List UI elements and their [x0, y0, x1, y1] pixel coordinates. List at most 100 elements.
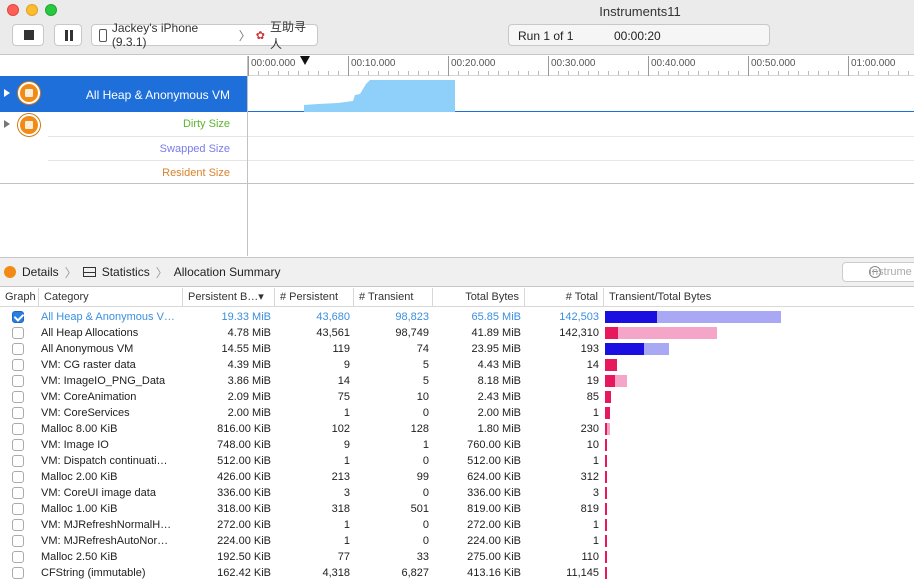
ruler-minor-tick: [398, 71, 399, 75]
persistent-bytes-bar: [605, 343, 644, 355]
persistent-bytes-bar: [605, 567, 607, 579]
allocation-graph-svg: [304, 80, 455, 112]
graph-checkbox[interactable]: [12, 487, 24, 499]
graph-checkbox[interactable]: [12, 327, 24, 339]
col-persistent-count[interactable]: # Persistent: [275, 288, 354, 307]
table-row[interactable]: VM: CG raster data 4.39 MiB 9 5 4.43 MiB 14: [0, 357, 914, 373]
cell-total-count: 14: [586, 359, 599, 371]
cell-category: Malloc 8.00 KiB: [41, 423, 118, 435]
graph-checkbox[interactable]: [12, 391, 24, 403]
graph-checkbox[interactable]: [12, 343, 24, 355]
track-swapped-size[interactable]: Swapped Size: [48, 136, 248, 160]
col-graph[interactable]: Graph: [0, 288, 39, 307]
graph-checkbox[interactable]: [12, 407, 24, 419]
ruler-minor-tick: [298, 71, 299, 75]
ruler-minor-tick: [638, 71, 639, 75]
target-selector[interactable]: Jackey's iPhone (9.3.1) 〉 ✿ 互助寻人: [91, 20, 318, 51]
table-row[interactable]: Malloc 2.00 KiB 426.00 KiB 213 99 624.00 KiB…: [0, 469, 914, 485]
disclosure-triangle-icon[interactable]: [4, 89, 10, 97]
cell-total-count: 11,145: [566, 567, 599, 579]
allocation-graph[interactable]: [248, 76, 914, 112]
table-row[interactable]: VM: ImageIO_PNG_Data 3.86 MiB 14 5 8.18 MiB 1…: [0, 373, 914, 389]
track-label-swapped-size: Swapped Size: [159, 143, 230, 155]
graph-checkbox[interactable]: [12, 439, 24, 451]
cell-persistent-bytes: 2.09 MiB: [227, 391, 271, 403]
vm-tracker-instrument-icon: [18, 114, 40, 136]
graph-checkbox[interactable]: [12, 471, 24, 483]
allocation-table: All Heap & Anonymous V… 19.33 MiB 43,680 98…: [0, 309, 914, 581]
table-row[interactable]: VM: Dispatch continuati… 512.00 KiB 1 0 512.…: [0, 453, 914, 469]
col-transient-total-bytes[interactable]: Transient/Total Bytes: [604, 288, 914, 307]
run-status[interactable]: Run 1 of 1 00:00:20: [508, 24, 770, 46]
disclosure-triangle-icon[interactable]: [4, 120, 10, 128]
graph-checkbox[interactable]: [12, 455, 24, 467]
table-row[interactable]: Malloc 8.00 KiB 816.00 KiB 102 128 1.80 MiB 2…: [0, 421, 914, 437]
table-row[interactable]: CFString (immutable) 162.42 KiB 4,318 6,827…: [0, 565, 914, 581]
graph-checkbox[interactable]: [12, 567, 24, 579]
instrument-filter-field[interactable]: Instrume: [842, 262, 914, 282]
table-row[interactable]: Malloc 2.50 KiB 192.50 KiB 77 33 275.00 KiB 1…: [0, 549, 914, 565]
track-all-heap-anonymous-vm[interactable]: All Heap & Anonymous VM: [0, 76, 248, 112]
table-row[interactable]: VM: CoreUI image data 336.00 KiB 3 0 336.00 …: [0, 485, 914, 501]
col-transient-count[interactable]: # Transient: [354, 288, 433, 307]
table-row[interactable]: VM: MJRefreshNormalH… 272.00 KiB 1 0 272.00 …: [0, 517, 914, 533]
table-row[interactable]: All Anonymous VM 14.55 MiB 119 74 23.95 MiB 1…: [0, 341, 914, 357]
pause-recording-button[interactable]: [54, 24, 82, 46]
graph-checkbox[interactable]: [12, 551, 24, 563]
table-header: Graph Category Persistent B…▾ # Persiste…: [0, 288, 914, 307]
playhead-marker[interactable]: [300, 56, 310, 65]
crumb-statistics[interactable]: Statistics: [102, 265, 150, 279]
graph-checkbox[interactable]: [12, 519, 24, 531]
timeline-ruler[interactable]: 00:00.000 00:10.000 00:20.000 00:30.000 …: [248, 56, 914, 76]
graph-checkbox[interactable]: [12, 535, 24, 547]
ruler-minor-tick: [578, 71, 579, 75]
stop-recording-button[interactable]: [12, 24, 44, 46]
ruler-tick: 01:00.000: [848, 56, 896, 76]
ruler-minor-tick: [698, 71, 699, 75]
cell-total-bytes: 8.18 MiB: [477, 375, 521, 387]
persistent-bytes-bar: [605, 519, 607, 531]
ruler-minor-tick: [738, 71, 739, 75]
detail-jump-bar: Details 〉 Statistics 〉 Allocation Summar…: [0, 257, 914, 287]
stop-icon: [24, 30, 34, 40]
cell-persistent-bytes: 224.00 KiB: [217, 535, 271, 547]
table-row[interactable]: Malloc 1.00 KiB 318.00 KiB 318 501 819.00 Ki…: [0, 501, 914, 517]
track-allocations-sizes[interactable]: Dirty Size: [0, 112, 248, 136]
col-total-bytes[interactable]: Total Bytes: [433, 288, 525, 307]
cell-total-count: 19: [586, 375, 599, 387]
table-row[interactable]: All Heap Allocations 4.78 MiB 43,561 98,749…: [0, 325, 914, 341]
persistent-bytes-bar: [605, 391, 611, 403]
cell-persistent-count: 75: [337, 391, 350, 403]
table-row[interactable]: VM: Image IO 748.00 KiB 9 1 760.00 KiB 10: [0, 437, 914, 453]
col-total-count[interactable]: # Total: [525, 288, 604, 307]
cell-total-bytes: 336.00 KiB: [467, 487, 521, 499]
track-resident-size[interactable]: Resident Size: [48, 160, 248, 184]
col-persistent-bytes[interactable]: Persistent B…▾: [183, 288, 275, 307]
col-category[interactable]: Category: [39, 288, 183, 307]
table-row[interactable]: All Heap & Anonymous V… 19.33 MiB 43,680 98…: [0, 309, 914, 325]
cell-total-bytes: 819.00 KiB: [467, 503, 521, 515]
graph-checkbox[interactable]: [12, 503, 24, 515]
graph-checkbox[interactable]: [12, 359, 24, 371]
cell-persistent-bytes: 512.00 KiB: [217, 455, 271, 467]
crumb-details[interactable]: Details: [22, 265, 59, 279]
ruler-minor-tick: [818, 71, 819, 75]
cell-category: VM: CoreServices: [41, 407, 130, 419]
graph-checkbox[interactable]: [12, 423, 24, 435]
timeline-splitter[interactable]: [247, 56, 248, 256]
cell-transient-count: 10: [416, 391, 429, 403]
table-row[interactable]: VM: CoreAnimation 2.09 MiB 75 10 2.43 MiB 85: [0, 389, 914, 405]
cell-category: VM: CoreAnimation: [41, 391, 137, 403]
graph-checkbox[interactable]: [12, 311, 24, 323]
crumb-allocation-summary[interactable]: Allocation Summary: [174, 265, 281, 279]
graph-checkbox[interactable]: [12, 375, 24, 387]
table-row[interactable]: VM: CoreServices 2.00 MiB 1 0 2.00 MiB 1: [0, 405, 914, 421]
ruler-minor-tick: [588, 71, 589, 75]
cell-total-count: 142,503: [559, 311, 599, 323]
table-row[interactable]: VM: MJRefreshAutoNor… 224.00 KiB 1 0 224.00 …: [0, 533, 914, 549]
ruler-tick: 00:10.000: [348, 56, 396, 76]
cell-total-count: 1: [592, 519, 599, 531]
cell-transient-count: 1: [422, 439, 429, 451]
window-title: Instruments11: [599, 4, 681, 19]
cell-transient-count: 0: [422, 535, 429, 547]
